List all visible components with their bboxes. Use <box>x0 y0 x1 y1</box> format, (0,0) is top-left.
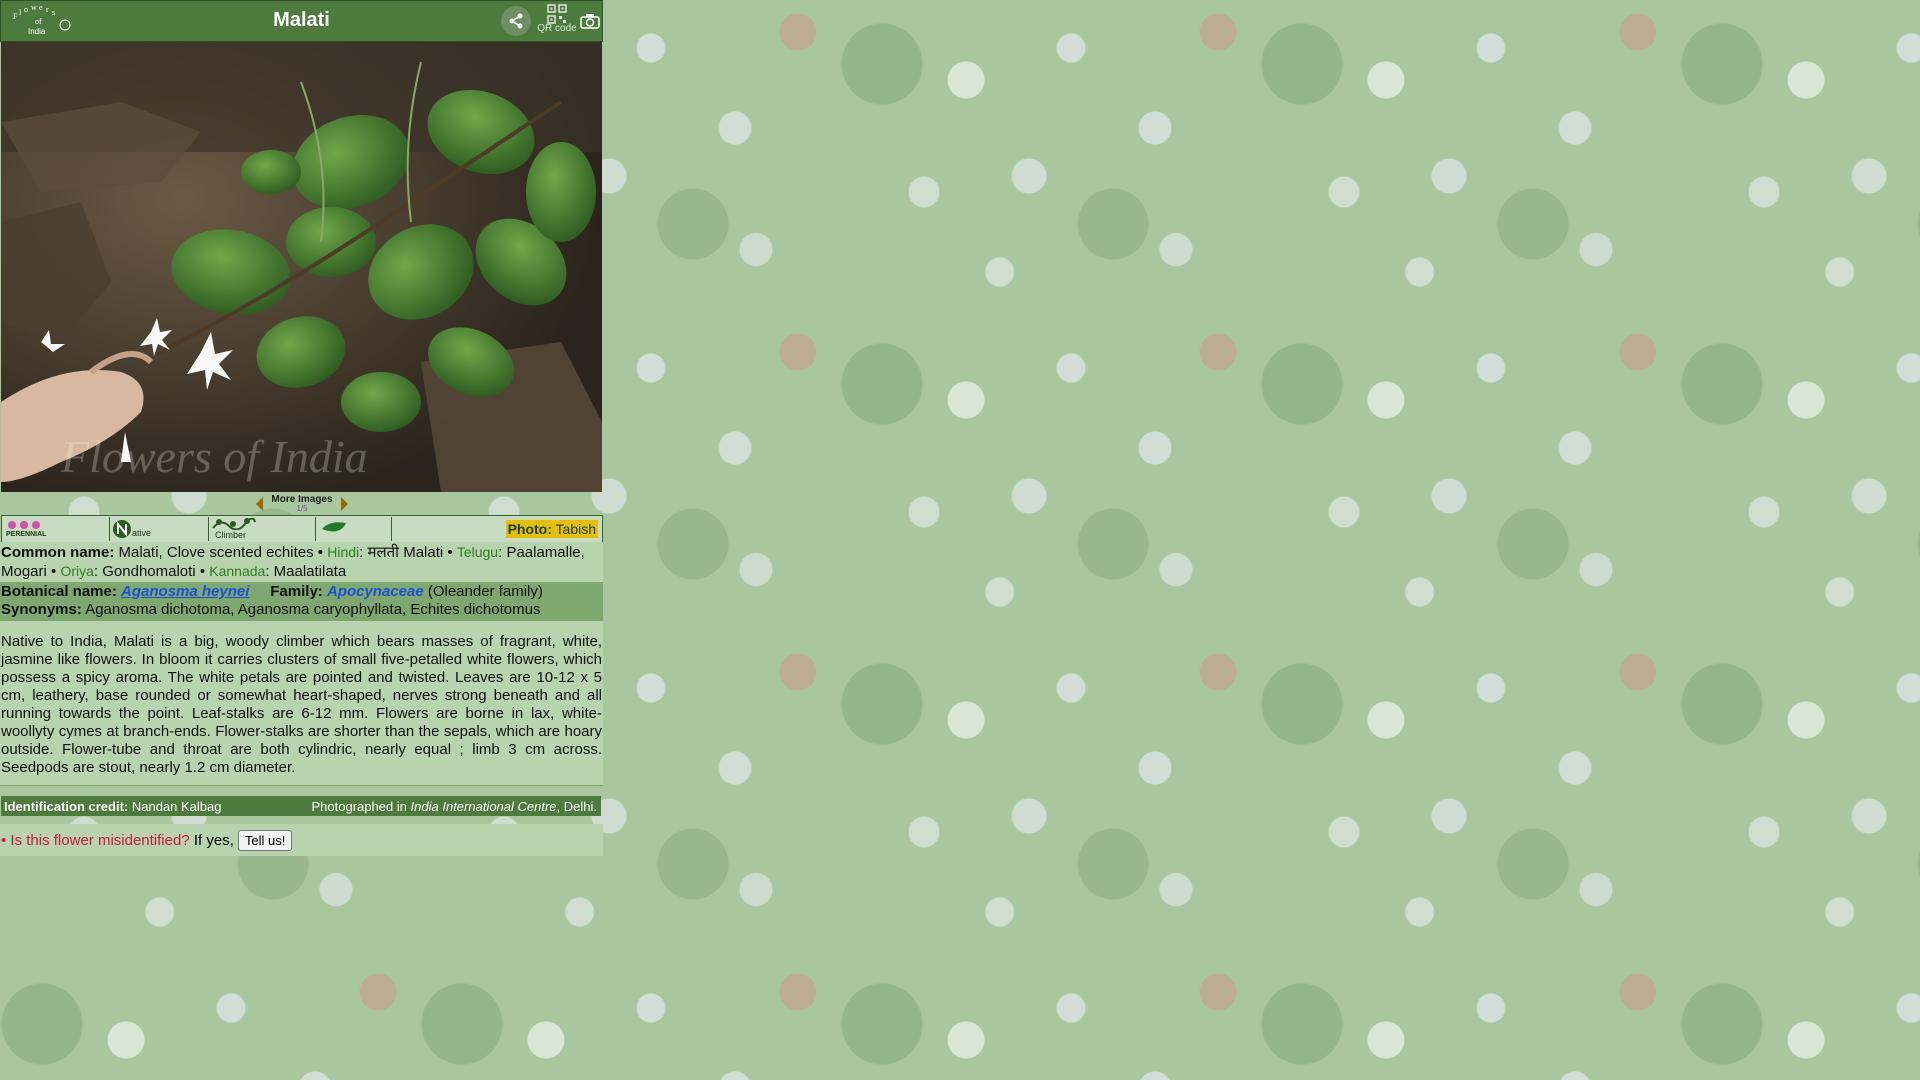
telugu-label[interactable]: Telugu <box>457 544 498 560</box>
camera-icon[interactable] <box>579 11 601 31</box>
synonyms-value: Aganosma dichotoma, Aganosma caryophylla… <box>85 601 541 618</box>
photographer-name[interactable]: Tabish <box>556 521 596 537</box>
common-name-value: Malati, Clove scented echites <box>118 544 314 561</box>
kannada-value: Maalatilata <box>273 563 347 580</box>
description-section: Native to India, Malati is a big, woody … <box>0 620 603 786</box>
native-attribute[interactable]: ative <box>110 517 209 541</box>
climber-label: Climber <box>215 530 247 540</box>
tell-us-button[interactable]: Tell us! <box>237 829 293 851</box>
flower-photo[interactable]: Flowers of India <box>1 42 602 492</box>
top-bar: F l o w e r s of India Malati QR code <box>0 0 603 42</box>
hindi-label[interactable]: Hindi <box>327 544 359 560</box>
botanical-name-link[interactable]: Aganosma heynei <box>121 583 249 600</box>
description-text: Native to India, Malati is a big, woody … <box>1 633 602 776</box>
plant-names: Common name: Malati, Clove scented echit… <box>0 542 603 620</box>
image-count: 1/5 <box>296 504 308 513</box>
share-button[interactable] <box>501 6 531 36</box>
identification-credit-label: Identification credit: <box>4 798 129 814</box>
photo-credit-label: Photo: <box>507 521 552 537</box>
leaf-icon <box>322 522 346 532</box>
photo-credit: Photo: Tabish <box>392 517 602 545</box>
share-icon <box>509 13 523 29</box>
climber-attribute[interactable]: Climber <box>209 517 316 541</box>
photographed-in-label: Photographed in <box>311 798 407 814</box>
qr-code-label: QR code <box>537 23 577 34</box>
leaf-attribute[interactable] <box>316 517 392 541</box>
native-label: ative <box>132 528 152 538</box>
identification-credit-name: Nandan Kalbag <box>131 798 222 814</box>
photo-watermark: Flowers of India <box>60 431 368 482</box>
content-panel: F l o w e r s of India Malati QR code Fl… <box>0 0 603 856</box>
qr-code-icon <box>547 4 567 24</box>
family-label: Family: <box>270 583 323 600</box>
perennial-attribute[interactable]: PERENNIAL <box>2 517 110 541</box>
botanical-name-label: Botanical name: <box>1 583 117 600</box>
attribute-icon-row: PERENNIAL ative Climber Photo: Tabish <box>1 515 603 543</box>
credit-bar: Identification credit: Nandan Kalbag Pho… <box>1 796 601 816</box>
common-name-label: Common name: <box>1 544 115 561</box>
native-n-icon <box>113 520 131 538</box>
oriya-label[interactable]: Oriya <box>60 563 93 579</box>
family-common-name: (Oleander family) <box>427 583 543 600</box>
hindi-value: मलती Malati <box>367 544 444 561</box>
qr-code-button[interactable]: QR code <box>537 4 577 38</box>
flower-photo-image: Flowers of India <box>1 42 602 492</box>
common-names-row: Common name: Malati, Clove scented echit… <box>0 542 603 582</box>
perennial-label: PERENNIAL <box>6 531 47 538</box>
family-link[interactable]: Apocynaceae <box>327 583 424 600</box>
next-arrow-icon[interactable] <box>340 496 350 512</box>
photo-location: India International Centre <box>410 798 557 814</box>
photo-location-suffix: , Delhi. <box>556 798 597 814</box>
synonyms-label: Synonyms: <box>1 601 82 618</box>
if-yes-label: If yes, <box>193 831 234 849</box>
misidentified-question: • Is this flower misidentified? <box>1 831 190 849</box>
more-images-nav: More Images 1/5 <box>250 494 354 514</box>
misidentified-feedback: • Is this flower misidentified? If yes, … <box>0 824 603 856</box>
kannada-label[interactable]: Kannada <box>209 563 265 579</box>
oriya-value: Gondhomaloti <box>102 563 196 580</box>
perennial-flowers-icon <box>8 521 40 529</box>
botanical-row: Botanical name: Aganosma heynei Family: … <box>0 582 603 620</box>
climber-vine-icon <box>212 518 256 530</box>
previous-arrow-icon[interactable] <box>254 496 264 512</box>
